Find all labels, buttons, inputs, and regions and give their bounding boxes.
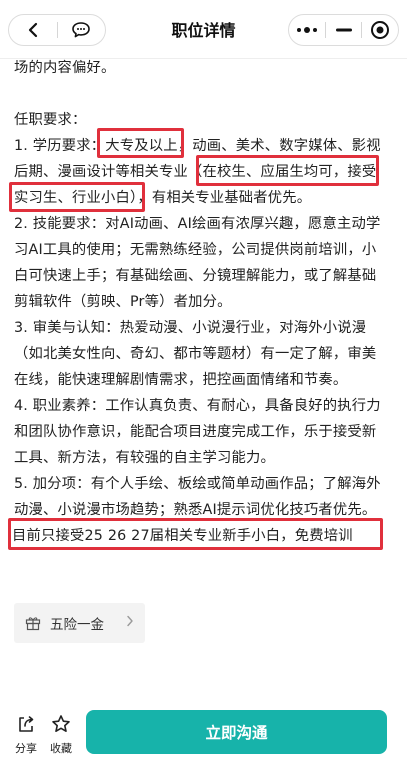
top-nav-bar: 职位详情 bbox=[0, 0, 407, 59]
close-button[interactable] bbox=[362, 15, 398, 45]
benefit-chip[interactable]: 五险一金 bbox=[14, 603, 145, 643]
text-line: 在线，能快速理解剧情需求，把控画面情绪和节奏。 bbox=[14, 372, 348, 388]
nav-right-capsule bbox=[288, 14, 399, 46]
text-line: 2. 技能要求：对AI动画、AI绘画有浓厚兴趣，愿意主动学 bbox=[14, 216, 381, 232]
star-icon bbox=[52, 715, 70, 732]
text-line: 剪辑软件（剪映、Pr等）者加分。 bbox=[14, 294, 232, 310]
text-line: 工具、新方法，有较强的自主学习能力。 bbox=[14, 450, 275, 466]
more-button[interactable] bbox=[289, 15, 325, 45]
section-heading: 任职要求： bbox=[14, 112, 87, 128]
text-line: 和团队协作意识，能配合项目进度完成工作，乐于接受新 bbox=[14, 424, 377, 440]
text-line: 白可快速上手；有基础绘画、分镜理解能力，或了解基础 bbox=[14, 268, 377, 284]
share-label: 分享 bbox=[15, 742, 37, 755]
favorite-button[interactable]: 收藏 bbox=[46, 714, 76, 756]
text-line: 习AI工具的使用；无需熟练经验，公司提供岗前培训，小 bbox=[14, 242, 377, 258]
share-icon bbox=[19, 716, 34, 732]
job-description: 场的内容偏好。 任职要求： 1. 学历要求：大专及以上，动画、美术、数字媒体、影… bbox=[0, 58, 407, 690]
text-line: （如北美女性向、奇幻、都市等题材）有一定了解，审美 bbox=[14, 346, 377, 362]
share-button[interactable]: 分享 bbox=[11, 714, 41, 756]
text-line: 4. 职业素养：工作认真负责、有耐心，具备良好的执行力 bbox=[14, 398, 381, 414]
highlight-box-note bbox=[8, 518, 383, 550]
contact-now-button[interactable]: 立即沟通 bbox=[86, 710, 387, 754]
minimize-button[interactable] bbox=[326, 15, 362, 45]
chevron-right-icon bbox=[126, 615, 134, 631]
favorite-label: 收藏 bbox=[50, 742, 72, 755]
minus-icon bbox=[335, 28, 352, 32]
target-close-icon bbox=[371, 21, 390, 39]
highlight-box-education bbox=[97, 128, 184, 158]
bottom-action-bar: 分享 收藏 立即沟通 bbox=[0, 690, 407, 758]
text-line: 1. 学历要求：大专及以上，动画、美术、数字媒体、影视 bbox=[14, 138, 381, 154]
gift-icon bbox=[25, 615, 41, 631]
text-line: 5. 加分项：有个人手绘、板绘或简单动画作品；了解海外 bbox=[14, 476, 381, 492]
benefit-label: 五险一金 bbox=[50, 617, 104, 633]
highlight-box-interns bbox=[9, 182, 145, 212]
more-dots-icon bbox=[296, 27, 317, 33]
text-line: 场的内容偏好。 bbox=[14, 60, 116, 76]
text-line: 3. 审美与认知：热爱动漫、小说漫行业，对海外小说漫 bbox=[14, 320, 367, 336]
highlight-box-students bbox=[196, 155, 379, 186]
text-line: 动漫、小说漫市场趋势；熟悉AI提示词优化技巧者优先。 bbox=[14, 502, 377, 518]
